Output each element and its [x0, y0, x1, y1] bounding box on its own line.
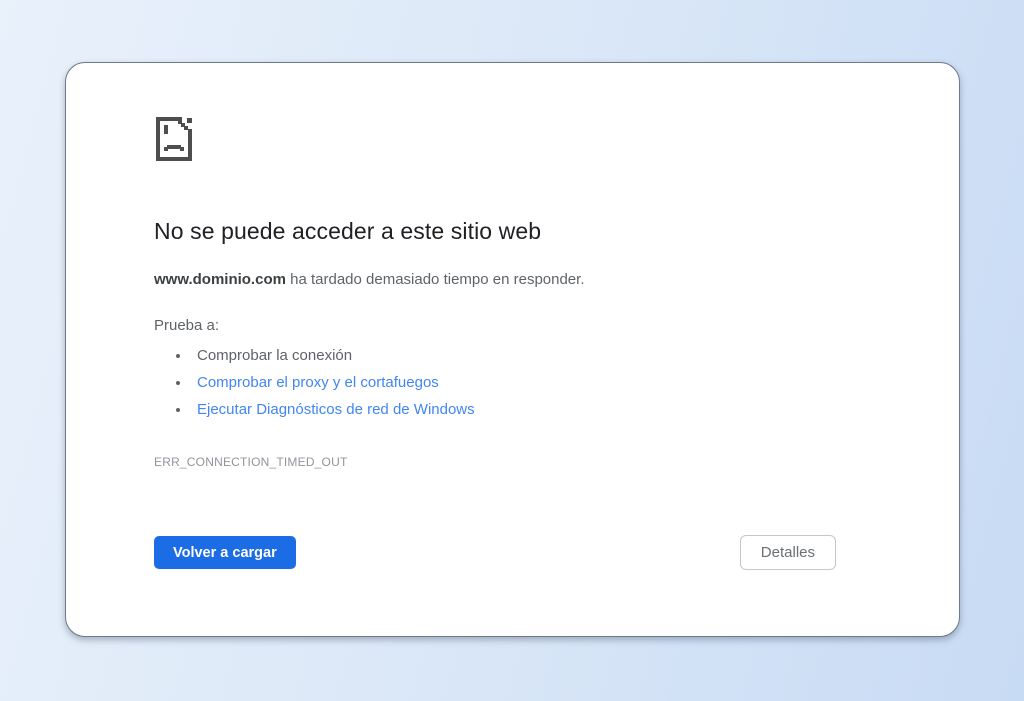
run-diagnostics-link[interactable]: Ejecutar Diagnósticos de red de Windows — [197, 401, 475, 418]
suggestions-list: Comprobar la conexión Comprobar el proxy… — [154, 342, 836, 423]
details-button[interactable]: Detalles — [740, 535, 836, 570]
suggestions-intro: Prueba a: — [154, 318, 836, 334]
error-code: ERR_CONNECTION_TIMED_OUT — [154, 455, 836, 469]
reload-button[interactable]: Volver a cargar — [154, 536, 296, 569]
suggestion-check-connection: Comprobar la conexión — [191, 342, 836, 369]
error-card: No se puede acceder a este sitio web www… — [65, 62, 960, 637]
suggestion-check-proxy: Comprobar el proxy y el cortafuegos — [191, 369, 836, 396]
error-message-text: ha tardado demasiado tiempo en responder… — [286, 271, 585, 288]
button-row: Volver a cargar Detalles — [154, 535, 836, 570]
error-message: www.dominio.com ha tardado demasiado tie… — [154, 270, 836, 290]
error-title: No se puede acceder a este sitio web — [154, 216, 836, 246]
domain-name: www.dominio.com — [154, 271, 286, 288]
sad-page-icon — [154, 114, 194, 164]
suggestion-run-diagnostics: Ejecutar Diagnósticos de red de Windows — [191, 396, 836, 423]
check-proxy-link[interactable]: Comprobar el proxy y el cortafuegos — [197, 374, 439, 391]
error-card-content: No se puede acceder a este sitio web www… — [66, 63, 959, 570]
